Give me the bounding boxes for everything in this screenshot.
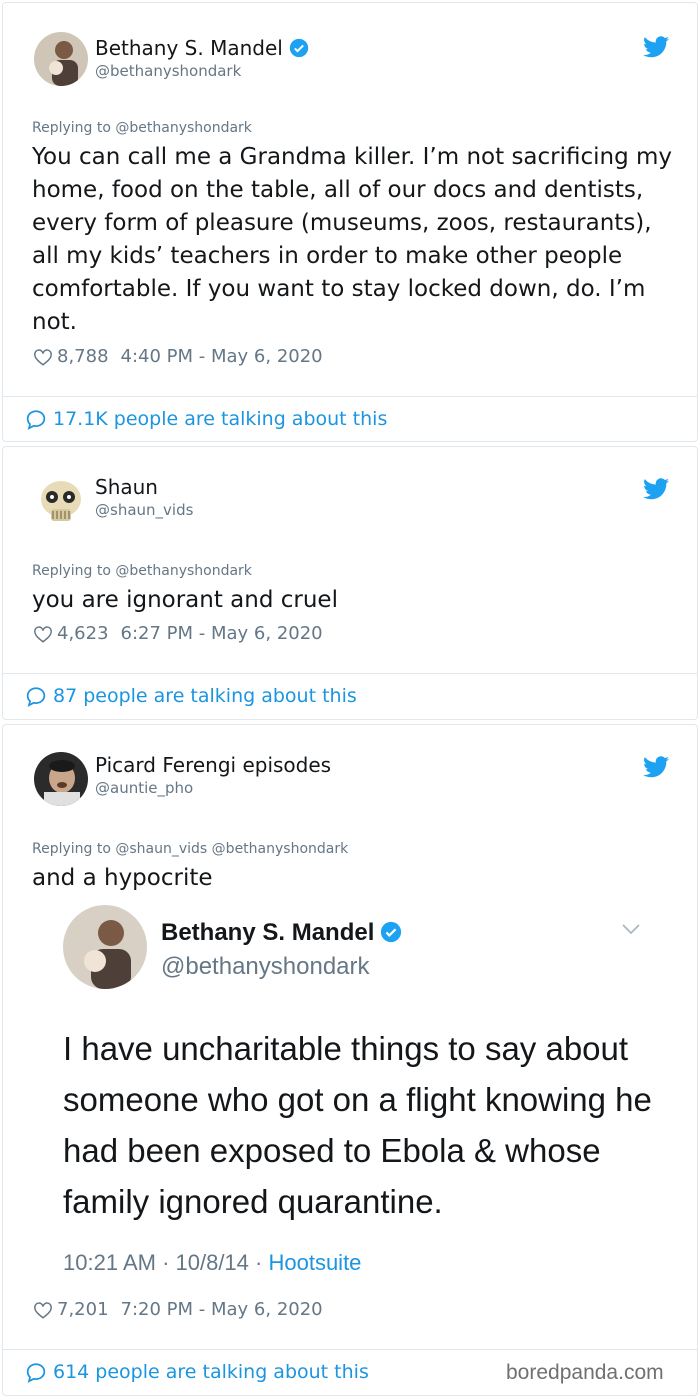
heart-icon[interactable] [33,625,53,643]
talking-count[interactable]: 614 people are talking about this [53,1361,369,1383]
tweet-card-3: Picard Ferengi episodes @auntie_pho Repl… [2,724,698,1396]
like-count: 7,201 [57,1299,109,1320]
divider [3,396,697,397]
tweet-meta: 4,623 6:27 PM - May 6, 2020 [33,623,323,644]
quoted-author-name: Bethany S. Mandel [161,919,402,947]
talking-link[interactable]: 17.1K people are talking about this [25,408,387,430]
like-count: 4,623 [57,623,109,644]
watermark: boredpanda.com [506,1361,664,1384]
quoted-source: Hootsuite [268,1250,362,1275]
avatar[interactable] [34,475,88,529]
replying-to[interactable]: Replying to @bethanyshondark [32,120,252,136]
tweet-card-2: Shaun @shaun_vids Replying to @bethanysh… [2,446,698,720]
timestamp[interactable]: 4:40 PM - May 6, 2020 [121,346,323,367]
author-handle[interactable]: @auntie_pho [95,779,193,797]
talking-link[interactable]: 614 people are talking about this [25,1361,369,1383]
tweet-text: you are ignorant and cruel [32,587,338,613]
twitter-bird-icon[interactable] [643,756,669,778]
replying-to[interactable]: Replying to @shaun_vids @bethanyshondark [32,841,348,857]
twitter-bird-icon[interactable] [643,478,669,500]
twitter-bird-icon[interactable] [643,36,669,58]
divider [3,673,697,674]
reply-bubble-icon [26,1362,46,1383]
talking-count[interactable]: 87 people are talking about this [53,685,357,707]
tweet-meta: 8,788 4:40 PM - May 6, 2020 [33,346,323,367]
author-name[interactable]: Shaun [95,475,158,499]
quoted-avatar [63,905,147,989]
divider [3,1349,697,1350]
avatar[interactable] [34,32,88,86]
heart-icon[interactable] [33,348,53,366]
timestamp[interactable]: 7:20 PM - May 6, 2020 [121,1299,323,1320]
heart-icon[interactable] [33,1301,53,1319]
like-count: 8,788 [57,346,109,367]
chevron-down-icon [622,924,640,935]
verified-badge-icon [381,921,402,943]
reply-bubble-icon [26,409,46,430]
quoted-tweet-meta: 10:21 AM · 10/8/14 · Hootsuite [63,1250,362,1275]
talking-count[interactable]: 17.1K people are talking about this [53,408,387,430]
tweet-meta: 7,201 7:20 PM - May 6, 2020 [33,1299,323,1320]
reply-bubble-icon [26,686,46,707]
quoted-tweet-image[interactable]: Bethany S. Mandel @bethanyshondark I hav… [43,905,663,1275]
author-handle[interactable]: @shaun_vids [95,501,193,519]
timestamp[interactable]: 6:27 PM - May 6, 2020 [121,623,323,644]
quoted-tweet-text: I have uncharitable things to say about … [63,1030,652,1220]
tweet-text: You can call me a Grandma killer. I’m no… [32,144,673,335]
replying-to[interactable]: Replying to @bethanyshondark [32,563,252,579]
avatar[interactable] [34,752,88,806]
tweet-card-1: Bethany S. Mandel @bethanyshondark Reply… [2,2,698,442]
author-name[interactable]: Bethany S. Mandel [95,36,309,60]
quoted-author-handle: @bethanyshondark [161,953,370,980]
talking-link[interactable]: 87 people are talking about this [25,685,357,707]
tweet-text: and a hypocrite [32,865,213,891]
author-name[interactable]: Picard Ferengi episodes [95,753,331,777]
verified-badge-icon [289,38,308,58]
author-handle[interactable]: @bethanyshondark [95,62,241,80]
